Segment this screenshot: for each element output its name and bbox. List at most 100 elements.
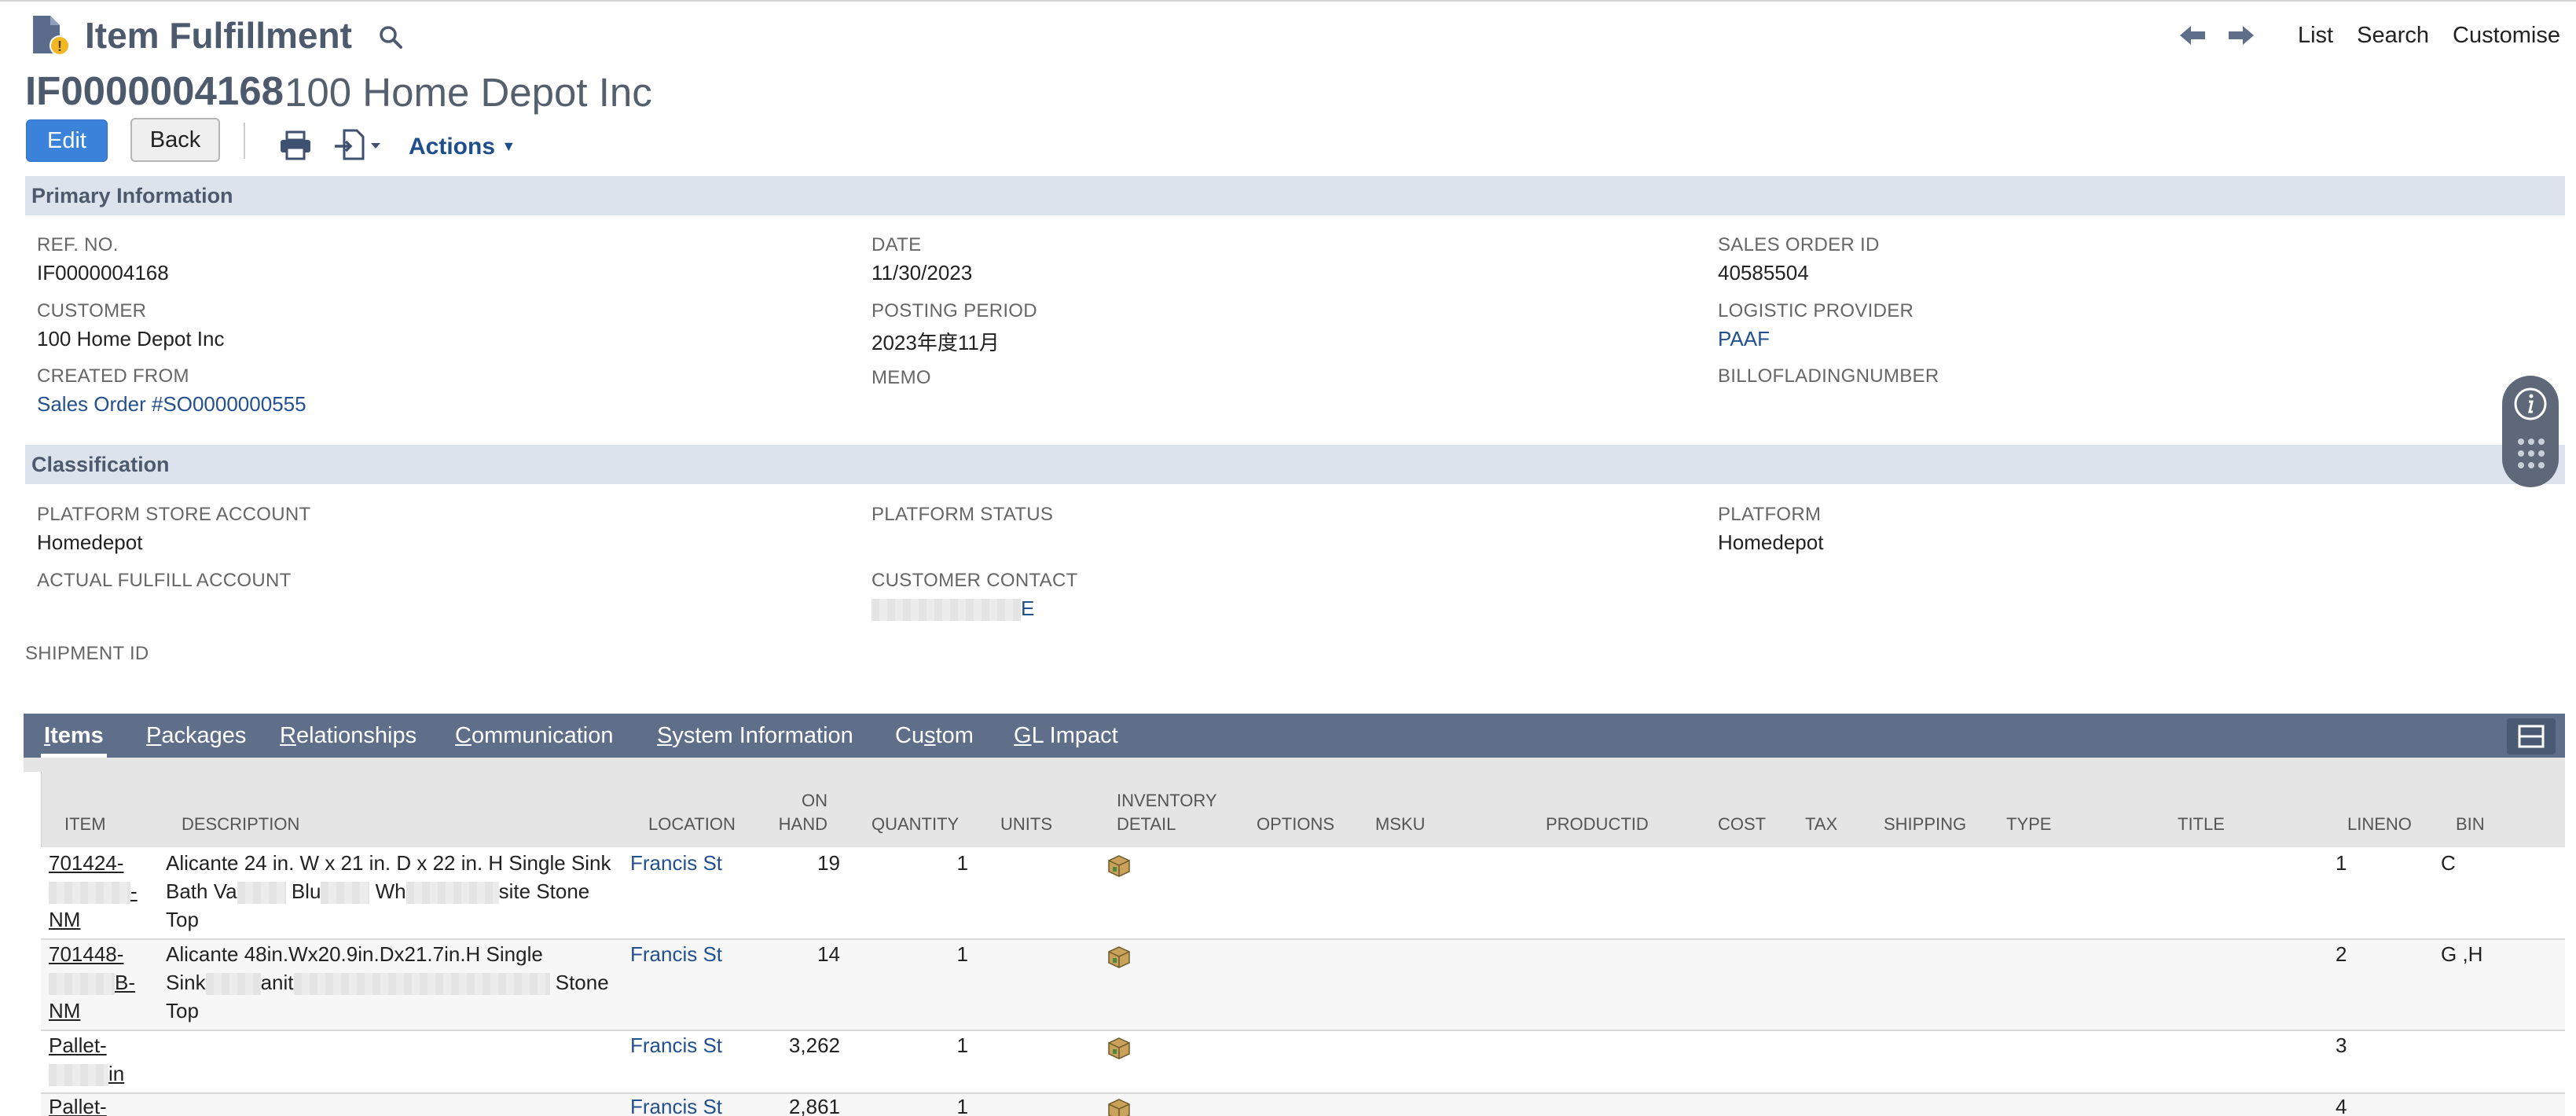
export-icon[interactable] [333, 129, 385, 160]
inventory-detail-icon[interactable] [1106, 1036, 1132, 1061]
item-line: Pallet- [49, 1033, 107, 1057]
inventory-detail-icon[interactable] [1106, 854, 1132, 879]
item-link[interactable]: Pallet- [49, 1094, 107, 1116]
item-line: NM [49, 999, 81, 1022]
primary-information-section[interactable]: Primary Information [25, 176, 2565, 215]
quantity-value: 1 [956, 851, 968, 875]
item-link[interactable]: 701448- B- NM [49, 940, 135, 1025]
search-icon[interactable] [377, 24, 404, 50]
location-link[interactable]: Francis St [630, 1031, 722, 1059]
description-line: Alicante 24 in. W x 21 in. D x 22 in. H … [166, 851, 611, 875]
redacted-text [49, 882, 130, 905]
item-description: Alicante 48in.Wx20.9in.Dx21.7in.H Single… [166, 940, 637, 1025]
tab-relationships[interactable]: Relationships [280, 723, 416, 749]
col-on-hand[interactable]: ON HAND [777, 789, 827, 836]
back-button[interactable]: Back [130, 118, 220, 162]
field-created-from: CREATED FROM Sales Order #SO0000000555 [37, 365, 306, 417]
tab-system-information[interactable]: System Information [657, 723, 853, 749]
field-date: DATE 11/30/2023 [872, 234, 972, 285]
col-msku[interactable]: MSKU [1375, 813, 1426, 836]
arrow-right-icon[interactable] [2226, 22, 2257, 49]
field-label: PLATFORM STATUS [872, 504, 1054, 525]
field-label: SALES ORDER ID [1718, 234, 1880, 255]
tab-gl-impact[interactable]: GL Impact [1014, 723, 1118, 749]
col-inventory-detail[interactable]: INVENTORY DETAIL [1117, 789, 1217, 836]
location-link[interactable]: Francis St [630, 940, 722, 968]
quantity-value: 1 [956, 1033, 968, 1057]
col-lineno[interactable]: LINENO [2347, 813, 2412, 836]
field-ref-no: REF. NO. IF0000004168 [37, 234, 169, 285]
col-shipping[interactable]: SHIPPING [1884, 813, 1966, 836]
col-productid[interactable]: PRODUCTID [1546, 813, 1649, 836]
item-link[interactable]: Pallet- in [49, 1031, 124, 1088]
field-label: POSTING PERIOD [872, 300, 1037, 321]
redacted-text [405, 882, 499, 905]
table-row[interactable]: 701424- - NM Alicante 24 in. W x 21 in. … [41, 847, 2565, 940]
field-value: IF0000004168 [37, 261, 169, 285]
classification-section[interactable]: Classification [25, 445, 2565, 484]
redacted-text [293, 973, 550, 996]
item-fragment: in [108, 1062, 125, 1085]
col-cost[interactable]: COST [1718, 813, 1766, 836]
redacted-text [321, 882, 370, 905]
location-link[interactable]: Francis St [630, 1094, 722, 1116]
location-link[interactable]: Francis St [630, 849, 722, 877]
list-link[interactable]: List [2298, 23, 2333, 49]
col-quantity[interactable]: QUANTITY [872, 813, 959, 836]
col-location[interactable]: LOCATION [648, 813, 736, 836]
table-row[interactable]: 701448- B- NM Alicante 48in.Wx20.9in.Dx2… [41, 940, 2565, 1031]
created-from-link[interactable]: Sales Order #SO0000000555 [37, 392, 306, 417]
record-name: 100 Home Depot Inc [284, 70, 652, 115]
layout-toggle-icon[interactable] [2507, 718, 2556, 754]
customer-contact-link[interactable]: E [872, 597, 1078, 622]
col-title[interactable]: TITLE [2178, 813, 2225, 836]
info-icon[interactable] [2513, 387, 2548, 421]
search-link[interactable]: Search [2357, 23, 2429, 49]
col-description[interactable]: DESCRIPTION [182, 813, 299, 836]
logistic-provider-link[interactable]: PAAF [1718, 327, 1914, 351]
table-row[interactable]: Pallet- in Francis St 3,262 1 3 [41, 1031, 2565, 1094]
edit-button[interactable]: Edit [26, 119, 108, 162]
tab-packages[interactable]: Packages [146, 723, 246, 749]
item-link[interactable]: 701424- - NM [49, 849, 138, 934]
col-tax[interactable]: TAX [1805, 813, 1837, 836]
col-bin[interactable]: BIN [2456, 813, 2485, 836]
tab-label: ommunication [471, 723, 614, 748]
items-table-header: ITEM DESCRIPTION LOCATION ON HAND QUANTIT… [41, 772, 2565, 847]
print-icon[interactable] [279, 130, 312, 160]
lineno-value: 1 [2336, 851, 2347, 875]
tab-communication[interactable]: Communication [455, 723, 613, 749]
record-id: IF0000004168 [25, 68, 284, 113]
field-customer-contact: CUSTOMER CONTACT E [872, 570, 1078, 622]
inventory-detail-icon[interactable] [1106, 945, 1132, 970]
field-label: REF. NO. [37, 234, 119, 255]
table-row[interactable]: Pallet- Francis St 2,861 1 4 [41, 1094, 2565, 1116]
drag-handle-icon[interactable] [2516, 437, 2546, 470]
customise-link[interactable]: Customise [2453, 23, 2560, 49]
redacted-text [872, 599, 1021, 622]
description-fragment: Bath Va [166, 879, 237, 903]
description-fragment: anit [260, 971, 294, 994]
help-widget[interactable] [2502, 376, 2559, 487]
col-type[interactable]: TYPE [2006, 813, 2051, 836]
item-line: 701424- [49, 851, 124, 875]
col-units[interactable]: UNITS [1000, 813, 1052, 836]
tab-items[interactable]: Items [41, 723, 107, 758]
field-value: 2023年度11月 [872, 331, 1000, 354]
field-value: 100 Home Depot Inc [37, 327, 225, 351]
field-posting-period: POSTING PERIOD 2023年度11月 [872, 300, 1037, 356]
field-label: SHIPMENT ID [25, 643, 149, 664]
col-options[interactable]: OPTIONS [1257, 813, 1334, 836]
col-item[interactable]: ITEM [64, 813, 106, 836]
field-label: PLATFORM [1718, 504, 1822, 525]
quantity-value: 1 [956, 942, 968, 966]
arrow-left-icon[interactable] [2177, 22, 2208, 49]
lineno-value: 3 [2336, 1033, 2347, 1057]
tab-accesskey: I [44, 723, 51, 748]
tab-accesskey: P [146, 723, 162, 748]
tab-custom[interactable]: Custom [895, 723, 974, 749]
description-fragment: Wh [375, 879, 406, 903]
actions-menu[interactable]: Actions ▼ [409, 134, 516, 160]
inventory-detail-icon[interactable] [1106, 1097, 1132, 1116]
bin-value: C [2441, 851, 2456, 875]
